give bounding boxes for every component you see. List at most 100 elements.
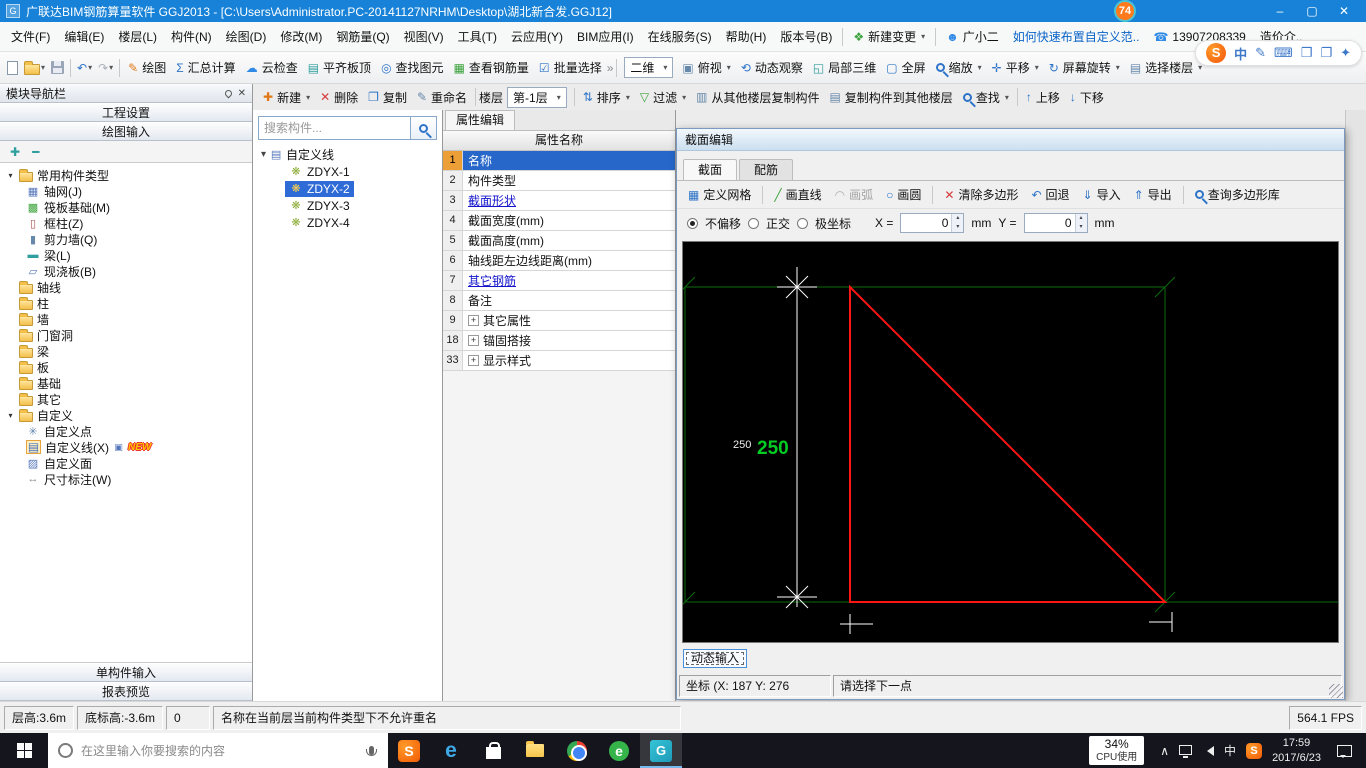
find-button[interactable]: 查找▾ [958,85,1014,110]
copy-to-floor-button[interactable]: ▤复制构件到其他楼层 [824,85,957,110]
tree-group-custom[interactable]: ▾ 自定义 [0,407,252,423]
network-icon[interactable] [1179,745,1192,755]
x-coordinate-stepper[interactable]: 0 ▴▾ [900,213,964,233]
property-row-other-rebar[interactable]: 7 其它钢筋 [443,271,675,291]
component-search-button[interactable] [411,116,437,140]
section-editor-titlebar[interactable]: 截面编辑 [677,129,1344,151]
close-icon[interactable]: ✕ [238,88,246,99]
tree-folder-openings[interactable]: 门窗洞 [0,327,252,343]
radio-no-offset[interactable] [687,218,698,229]
radio-polar[interactable] [797,218,808,229]
top-view-button[interactable]: ▣俯视▾ [677,55,735,80]
tree-item-raft-foundation[interactable]: ▩筏板基础(M) [0,199,252,215]
tab-section[interactable]: 截面 [683,159,737,180]
taskbar-store[interactable] [472,733,514,768]
tree-item-custom-point[interactable]: ✳自定义点 [0,423,252,439]
view-mode-combobox[interactable]: 二维▾ [624,57,673,78]
align-slab-top-button[interactable]: ▤平齐板顶 [303,55,376,80]
dynamic-input-button[interactable]: 动态输入 [683,649,747,668]
y-coordinate-stepper[interactable]: 0 ▴▾ [1024,213,1088,233]
rename-component-button[interactable]: ✎重命名 [412,85,472,110]
undo-step-button[interactable]: ↶回退 [1026,183,1074,206]
select-floor-button[interactable]: ▤选择楼层▾ [1125,55,1207,80]
tree-group-common[interactable]: ▾ 常用构件类型 [0,167,252,183]
tree-item-custom-line[interactable]: ▤ 自定义线(X) ▣ NEW [0,439,252,455]
property-row-other-attrs[interactable]: 9 +其它属性 [443,311,675,331]
open-file-button[interactable]: ▾ [21,56,48,80]
y-coordinate-value[interactable]: 0 [1025,214,1075,232]
property-row-name[interactable]: 1 名称 [443,151,675,171]
taskbar-ggj-app[interactable]: G [640,733,682,768]
new-change-button[interactable]: ❖ 新建变更 ▾ [846,24,932,50]
import-button[interactable]: ⇓导入 [1078,183,1126,206]
component-item-selected[interactable]: ❋ZDYX-2 [253,180,442,197]
expand-plus-icon[interactable]: + [468,315,479,326]
filter-button[interactable]: ▽过滤▾ [635,85,691,110]
menu-bim[interactable]: BIM应用(I) [570,24,641,50]
new-component-button[interactable]: ✚新建▾ [258,85,315,110]
overlay-badge[interactable]: 74 [1114,0,1136,22]
draw-circle-button[interactable]: ○画圆 [881,183,926,206]
local-3d-button[interactable]: ◱局部三维 [808,55,881,80]
pen-icon[interactable]: ✎ [1255,45,1266,61]
taskbar-chrome[interactable] [556,733,598,768]
speaker-icon[interactable] [1202,746,1214,756]
component-search-input[interactable] [258,116,411,140]
redo-button[interactable]: ↷▾ [95,56,116,80]
undo-button[interactable]: ↶▾ [74,56,95,80]
radio-ortho[interactable] [748,218,759,229]
taskbar-green-browser[interactable]: e [598,733,640,768]
property-label-link[interactable]: 其它钢筋 [468,272,516,289]
define-grid-button[interactable]: ▦定义网格 [683,183,756,206]
cloud-check-button[interactable]: ☁云检查 [241,55,303,80]
hidden-icons-chevron[interactable]: ∧ [1160,745,1169,757]
menu-draw[interactable]: 绘图(D) [219,24,274,50]
expand-plus-icon[interactable]: + [468,355,479,366]
component-item[interactable]: ❋ZDYX-3 [253,197,442,214]
tree-folder-other[interactable]: 其它 [0,391,252,407]
property-row-section-height[interactable]: 5 截面高度(mm) [443,231,675,251]
tree-item-axis-grid[interactable]: ▦轴网(J) [0,183,252,199]
spin-down-icon[interactable]: ▾ [952,223,963,232]
tree-item-shear-wall[interactable]: ▮剪力墙(Q) [0,231,252,247]
tab-rebar[interactable]: 配筋 [739,159,793,180]
menu-modify[interactable]: 修改(M) [273,24,329,50]
save-button[interactable] [48,56,67,80]
section-drawing-canvas[interactable]: 250 250 [682,241,1339,643]
toolbox-icon[interactable]: ❒ [1301,45,1313,61]
zoom-button[interactable]: 缩放▾ [931,55,987,80]
tree-folder-slabs[interactable]: 板 [0,359,252,375]
menu-version[interactable]: 版本号(B) [773,24,839,50]
pin-icon[interactable] [223,88,233,98]
view-rebar-button[interactable]: ▦查看钢筋量 [449,55,534,80]
component-item[interactable]: ❋ZDYX-1 [253,163,442,180]
sogou-logo-icon[interactable]: S [1206,43,1226,63]
orbit-button[interactable]: ⟲动态观察 [736,55,808,80]
property-label-link[interactable]: 截面形状 [468,192,516,209]
new-file-button[interactable] [4,56,21,80]
ime-indicator[interactable]: 中 [1224,742,1236,759]
spin-up-icon[interactable]: ▴ [1076,214,1087,223]
x-coordinate-value[interactable]: 0 [901,214,951,232]
draw-mode-button[interactable]: ✎绘图 [123,55,171,80]
assistant-button[interactable]: ☻ 广小二 [939,24,1006,50]
menu-tools[interactable]: 工具(T) [451,24,504,50]
taskbar-search-input[interactable] [81,744,361,758]
menu-cloud[interactable]: 云应用(Y) [504,24,570,50]
resize-grip[interactable] [1329,684,1343,698]
single-component-input-button[interactable]: 单构件输入 [0,663,252,682]
draw-line-button[interactable]: ╱画直线 [769,183,826,206]
spin-down-icon[interactable]: ▾ [1076,223,1087,232]
property-row-anchor-lap[interactable]: 18 +锚固搭接 [443,331,675,351]
menu-edit[interactable]: 编辑(E) [57,24,111,50]
ime-cn-icon[interactable]: 中 [1234,44,1247,63]
tree-item-beam[interactable]: ▬梁(L) [0,247,252,263]
menu-floor[interactable]: 楼层(L) [111,24,164,50]
property-row-remark[interactable]: 8 备注 [443,291,675,311]
screen-rotate-button[interactable]: ↻屏幕旋转▾ [1044,55,1125,80]
copy-component-button[interactable]: ❐复制 [363,85,412,110]
tree-item-custom-face[interactable]: ▨自定义面 [0,455,252,471]
menu-component[interactable]: 构件(N) [164,24,219,50]
expand-plus-icon[interactable]: + [468,335,479,346]
pan-button[interactable]: ✛平移▾ [987,55,1044,80]
